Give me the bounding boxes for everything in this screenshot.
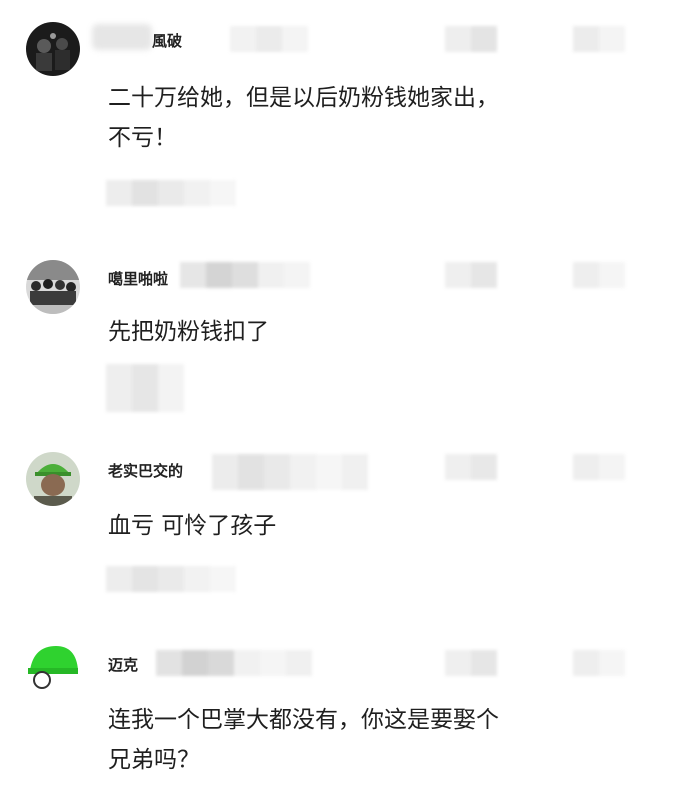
hidden-username-mosaic [92,24,152,50]
avatar[interactable] [26,640,80,694]
comment-username[interactable]: 老实巴交的 [108,460,183,481]
like-count-mosaic [573,26,625,52]
reply-info-mosaic [106,180,236,206]
comment-text: 血亏 可怜了孩子 [108,513,277,539]
timestamp-mosaic [445,650,497,676]
dark-photo-avatar-icon [26,22,80,76]
reply-info-mosaic [106,566,236,592]
like-count-mosaic [573,650,625,676]
like-count-mosaic [573,454,625,480]
green-helmet-person-avatar-icon [26,452,80,506]
group-photo-avatar-icon [26,260,80,314]
timestamp-mosaic [445,26,497,52]
username-mosaic [180,262,310,288]
avatar[interactable] [26,22,80,76]
green-cap-avatar-icon [26,640,80,694]
username-mosaic [230,26,308,52]
avatar[interactable] [26,452,80,506]
comment-username[interactable]: 迈克 [108,654,138,675]
like-count-mosaic [573,262,625,288]
comment-text: 先把奶粉钱扣了 [108,319,269,345]
avatar[interactable] [26,260,80,314]
comment-username[interactable]: 噶里啪啦 [108,268,168,289]
comment-text: 连我一个巴掌大都没有，你这是要娶个 兄弟吗？ [108,707,499,773]
comment-text: 二十万给她，但是以后奶粉钱她家出， 不亏！ [108,85,499,151]
timestamp-mosaic [445,454,497,480]
username-mosaic [156,650,312,676]
comment-username[interactable]: 風破 [152,30,182,51]
reply-info-mosaic [106,364,184,412]
username-mosaic [212,454,368,490]
timestamp-mosaic [445,262,497,288]
